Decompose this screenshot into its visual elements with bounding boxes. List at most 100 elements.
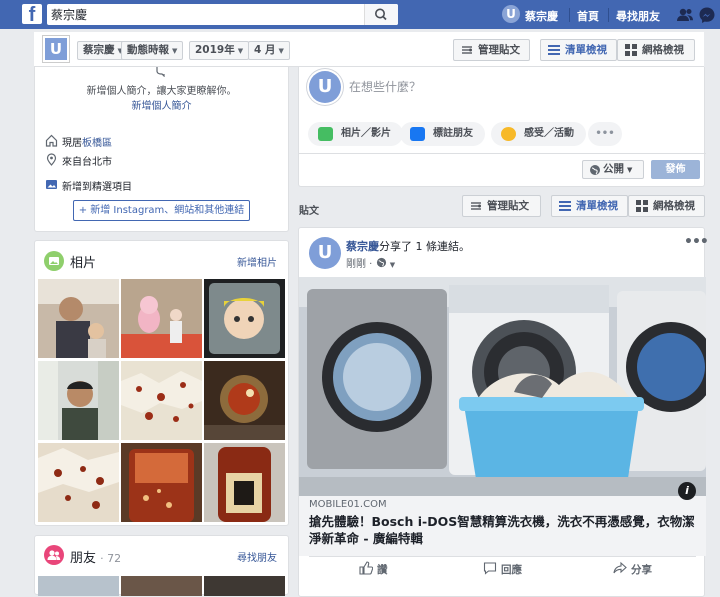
top-divider: [569, 8, 570, 22]
photo-thumbnail[interactable]: [121, 279, 202, 358]
composer-input[interactable]: 在想些什麼？: [349, 78, 421, 95]
list-view-label: 清單檢視: [565, 44, 607, 56]
comment-label: 回應: [501, 564, 522, 576]
privacy-dropdown[interactable]: 公開 ▼: [582, 160, 644, 179]
add-featured-row[interactable]: 新增到精選項目: [45, 178, 132, 193]
list-icon: [548, 45, 560, 55]
list-icon: [559, 201, 571, 211]
info-icon[interactable]: i: [678, 482, 696, 500]
share-button[interactable]: 分享: [613, 561, 652, 577]
manage-icon: [462, 46, 472, 54]
post-timestamp[interactable]: 剛剛 ·: [346, 259, 372, 270]
add-links-button[interactable]: + 新增 Instagram、網站和其他連結: [73, 200, 250, 221]
photos-title[interactable]: 相片: [70, 252, 96, 271]
privacy-label: 公開: [603, 163, 624, 175]
posts-section-label: 貼文: [299, 206, 319, 217]
like-button[interactable]: 讚: [359, 561, 388, 577]
nav-profile-avatar[interactable]: U: [43, 36, 69, 62]
manage-posts-label: 管理貼文: [478, 44, 520, 56]
add-bio-link[interactable]: 新增個人簡介: [35, 97, 288, 112]
activity-dropdown-label: 動態時報: [127, 44, 169, 56]
friends-card: 朋友 · 72 尋找朋友: [34, 535, 289, 596]
photo-thumbnail[interactable]: [38, 279, 119, 358]
photos-icon: [44, 251, 64, 271]
post-author-avatar[interactable]: U: [309, 237, 341, 269]
posts-list-view-button[interactable]: 清單檢視: [551, 195, 628, 217]
lives-in-row: 現居板橋區: [45, 134, 112, 149]
photo-thumbnail[interactable]: [38, 361, 119, 440]
home-icon: [45, 134, 58, 147]
photo-album-icon: [46, 180, 57, 189]
photo-thumbnail[interactable]: [121, 361, 202, 440]
facebook-logo[interactable]: f: [22, 4, 42, 24]
grid-view-button[interactable]: 網格檢視: [617, 39, 695, 61]
chevron-down-icon[interactable]: ▼: [390, 261, 395, 269]
photo-thumbnail[interactable]: [204, 361, 285, 440]
link-title[interactable]: 搶先體驗！Bosch i-DOS智慧精算洗衣機，洗衣不再憑感覺，衣物潔淨新革命 …: [309, 513, 699, 547]
find-friends-card-link[interactable]: 尋找朋友: [237, 549, 277, 564]
chevron-down-icon: ▼: [237, 47, 244, 55]
top-profile-name[interactable]: 蔡宗慶: [525, 8, 558, 24]
friends-icon: [44, 545, 64, 565]
search-input[interactable]: [51, 4, 366, 25]
post-author-name[interactable]: 蔡宗慶: [346, 240, 379, 253]
search-icon: [375, 8, 387, 21]
post-header: 蔡宗慶分享了 1 條連結。: [346, 238, 470, 254]
link-preview-caption[interactable]: i MOBILE01.COM 搶先體驗！Bosch i-DOS智慧精算洗衣機，洗…: [299, 482, 706, 556]
friends-title-label: 朋友: [70, 551, 97, 566]
composer-avatar[interactable]: U: [309, 71, 341, 103]
activity-dropdown[interactable]: 動態時報 ▼: [121, 41, 184, 60]
like-label: 讚: [377, 564, 388, 576]
list-view-button[interactable]: 清單檢視: [540, 39, 617, 61]
find-friends-link[interactable]: 尋找朋友: [616, 8, 660, 24]
post-options-button[interactable]: •••: [684, 234, 709, 250]
divider: [309, 556, 696, 557]
comment-icon: [483, 562, 497, 575]
photo-thumbnail[interactable]: [38, 443, 119, 522]
link-domain: MOBILE01.COM: [309, 499, 387, 510]
manage-posts-button[interactable]: 管理貼文: [453, 39, 530, 61]
name-dropdown-label: 蔡宗慶: [83, 44, 115, 56]
lives-in-link[interactable]: 板橋區: [82, 138, 112, 149]
feeling-activity-button[interactable]: 感受／活動: [491, 122, 586, 146]
photo-thumbnail[interactable]: [204, 279, 285, 358]
messenger-icon[interactable]: [698, 6, 716, 24]
comment-button[interactable]: 回應: [483, 562, 522, 577]
grid-icon: [636, 200, 648, 212]
feeling-activity-label: 感受／活動: [524, 128, 574, 139]
add-photos-link[interactable]: 新增相片: [237, 254, 277, 269]
posts-list-view-label: 清單檢視: [576, 200, 618, 212]
chevron-down-icon: ▼: [172, 47, 178, 55]
photo-thumbnail[interactable]: [204, 443, 285, 522]
post-action-text: 分享了 1 條連結。: [379, 240, 470, 253]
top-profile-avatar[interactable]: U: [502, 5, 520, 23]
friend-thumbnail[interactable]: [204, 576, 285, 596]
chevron-down-icon: ▼: [627, 166, 633, 174]
tag-friends-button[interactable]: 標註朋友: [400, 122, 485, 146]
photo-thumbnail[interactable]: [121, 443, 202, 522]
posts-manage-button[interactable]: 管理貼文: [462, 195, 541, 217]
friends-title[interactable]: 朋友 · 72: [70, 547, 121, 566]
globe-icon[interactable]: [376, 257, 387, 268]
photo-video-button[interactable]: 相片／影片: [308, 122, 403, 146]
manage-icon: [471, 202, 481, 210]
link-preview-image[interactable]: [299, 277, 706, 496]
year-dropdown[interactable]: 2019年 ▼: [189, 41, 250, 60]
top-divider: [608, 8, 609, 22]
friend-thumbnail[interactable]: [121, 576, 202, 596]
month-dropdown-label: 4 月: [254, 44, 276, 56]
posts-grid-view-button[interactable]: 網格檢視: [628, 195, 705, 217]
tag-friends-label: 標註朋友: [433, 128, 473, 139]
posts-grid-view-label: 網格檢視: [653, 200, 695, 212]
post-meta: 剛剛 · ▼: [346, 255, 395, 270]
friend-thumbnail[interactable]: [38, 576, 119, 596]
publish-button[interactable]: 發佈: [651, 160, 700, 179]
more-options-button[interactable]: •••: [588, 122, 622, 146]
month-dropdown[interactable]: 4 月 ▼: [248, 41, 290, 60]
search-button[interactable]: [364, 4, 398, 25]
grid-view-label: 網格檢視: [642, 44, 684, 56]
home-link[interactable]: 首頁: [577, 8, 599, 24]
smiley-icon: [501, 127, 516, 141]
friends-icon[interactable]: [676, 6, 694, 24]
year-dropdown-label: 2019年: [195, 44, 235, 56]
